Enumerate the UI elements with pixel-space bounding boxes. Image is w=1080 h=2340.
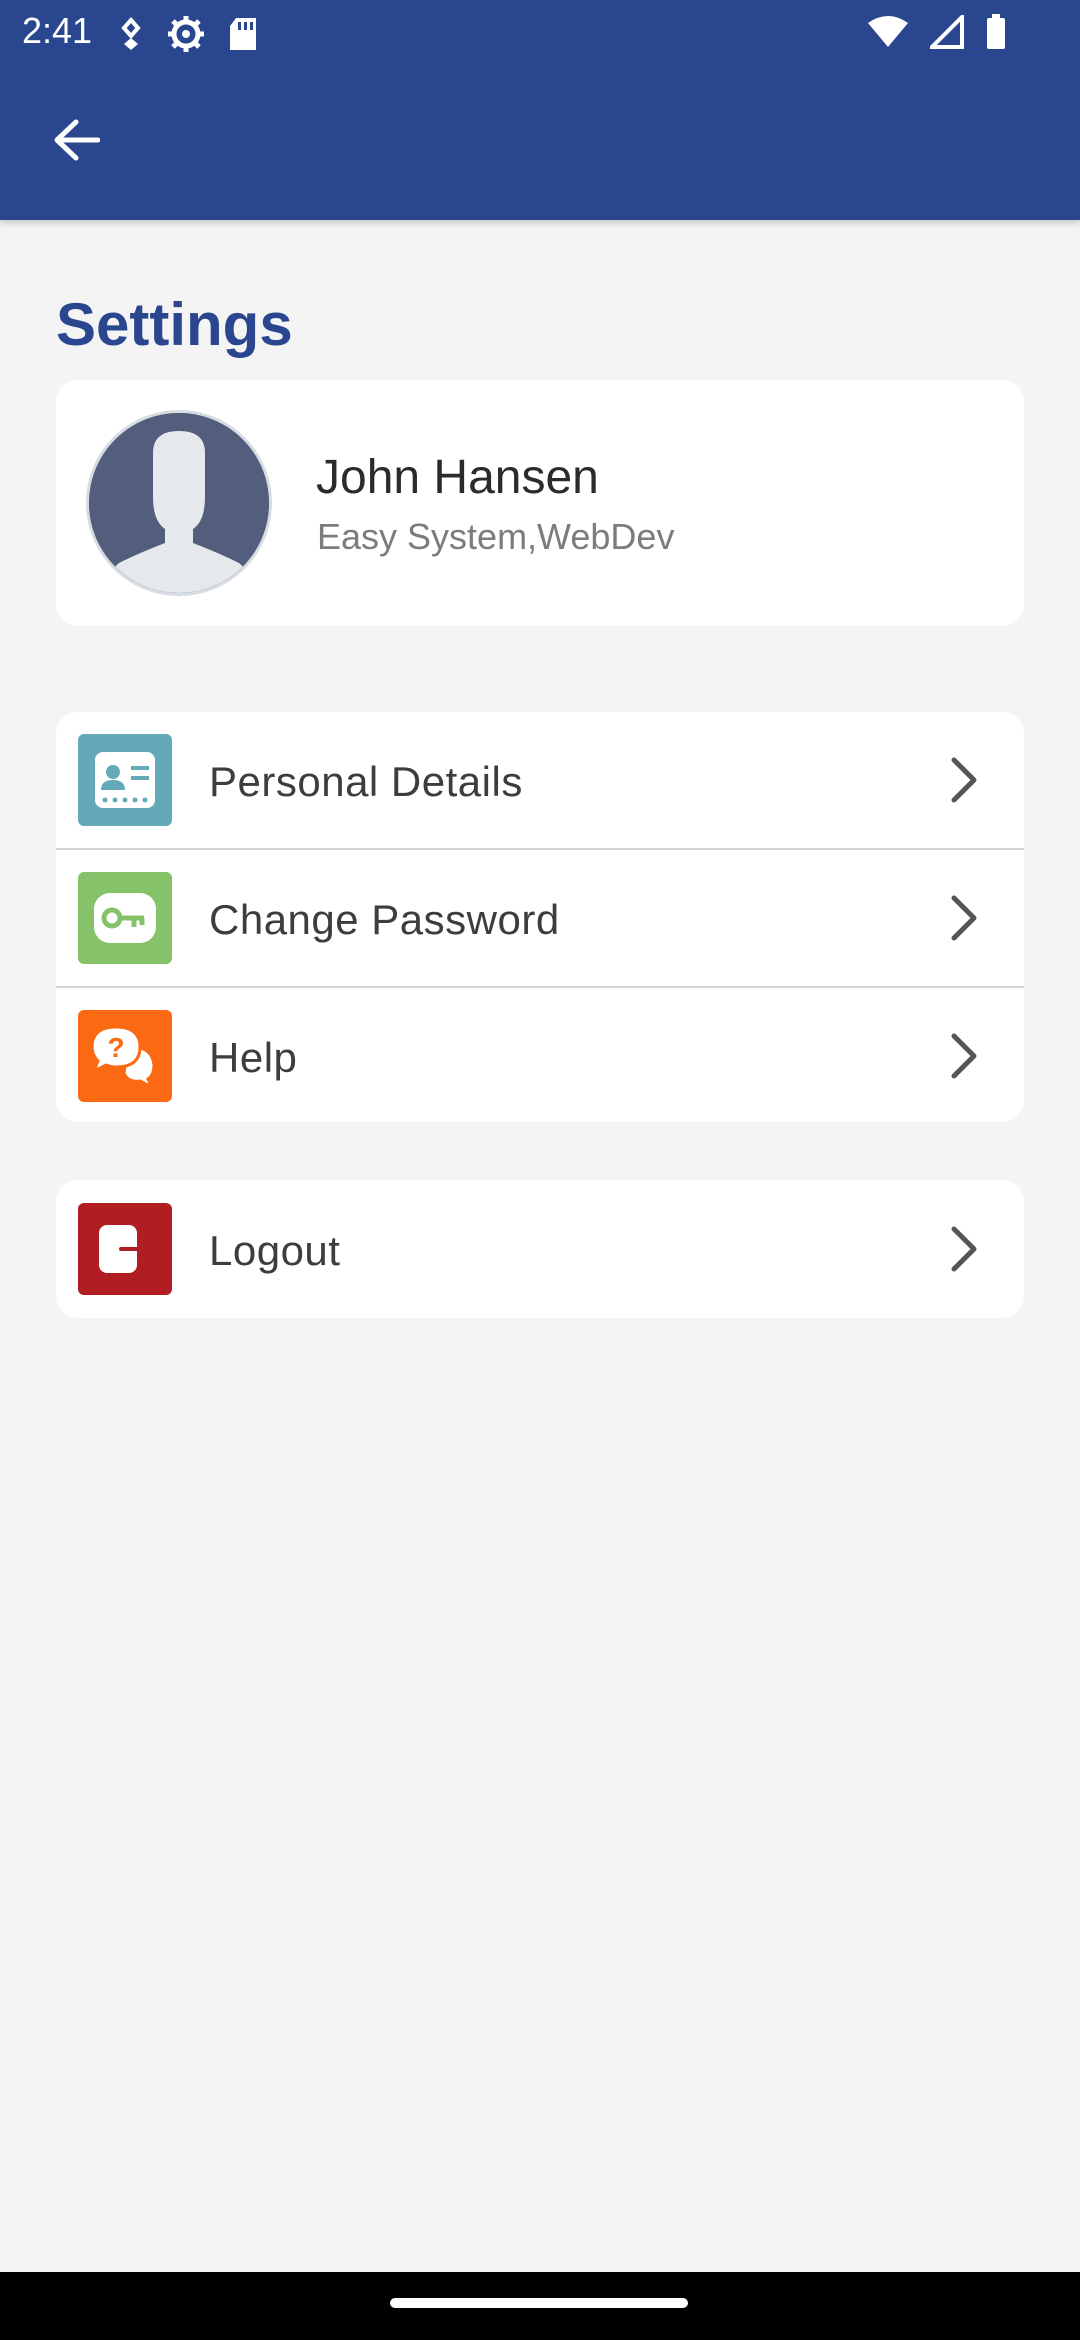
app-bar: 2:41 [0, 0, 1080, 220]
status-bar: 2:41 [0, 0, 1080, 66]
status-time: 2:41 [22, 10, 93, 51]
settings-gear-icon [168, 16, 204, 52]
settings-menu: Personal Details Change Password ? Help [56, 712, 1024, 1122]
profile-name: John Hansen [316, 451, 599, 504]
arrow-left-icon [54, 119, 100, 161]
menu-item-help[interactable]: ? Help [56, 988, 1024, 1124]
chevron-right-icon [951, 757, 977, 803]
back-button[interactable] [40, 110, 112, 170]
wifi-icon [868, 16, 908, 47]
profile-card[interactable]: John Hansen Easy System,WebDev [56, 380, 1024, 626]
menu-item-change-password[interactable]: Change Password [56, 850, 1024, 986]
menu-item-label: Personal Details [209, 758, 523, 805]
home-gesture-handle[interactable] [390, 2298, 688, 2308]
chevron-right-icon [951, 895, 977, 941]
user-silhouette-icon [89, 413, 269, 593]
id-card-icon [78, 734, 172, 826]
profile-subtitle: Easy System,WebDev [317, 516, 675, 557]
chevron-right-icon [951, 1226, 977, 1272]
chevron-right-icon [951, 1033, 977, 1079]
key-icon [78, 872, 172, 964]
cell-signal-icon [930, 15, 964, 49]
logout-card: Logout [56, 1180, 1024, 1318]
page-title: Settings [56, 291, 293, 358]
logout-label: Logout [209, 1227, 341, 1274]
menu-item-label: Change Password [209, 896, 560, 943]
menu-item-label: Help [209, 1034, 298, 1081]
location-icon [121, 16, 141, 50]
battery-icon [987, 14, 1005, 49]
sd-card-icon [230, 18, 256, 50]
help-chat-icon: ? [78, 1010, 172, 1102]
avatar [86, 410, 272, 596]
menu-item-personal-details[interactable]: Personal Details [56, 712, 1024, 848]
status-icons-left [118, 14, 258, 54]
logout-button[interactable]: Logout [56, 1181, 1024, 1317]
status-icons-right [868, 14, 1006, 50]
svg-text:?: ? [107, 1032, 124, 1063]
logout-icon [78, 1203, 172, 1295]
